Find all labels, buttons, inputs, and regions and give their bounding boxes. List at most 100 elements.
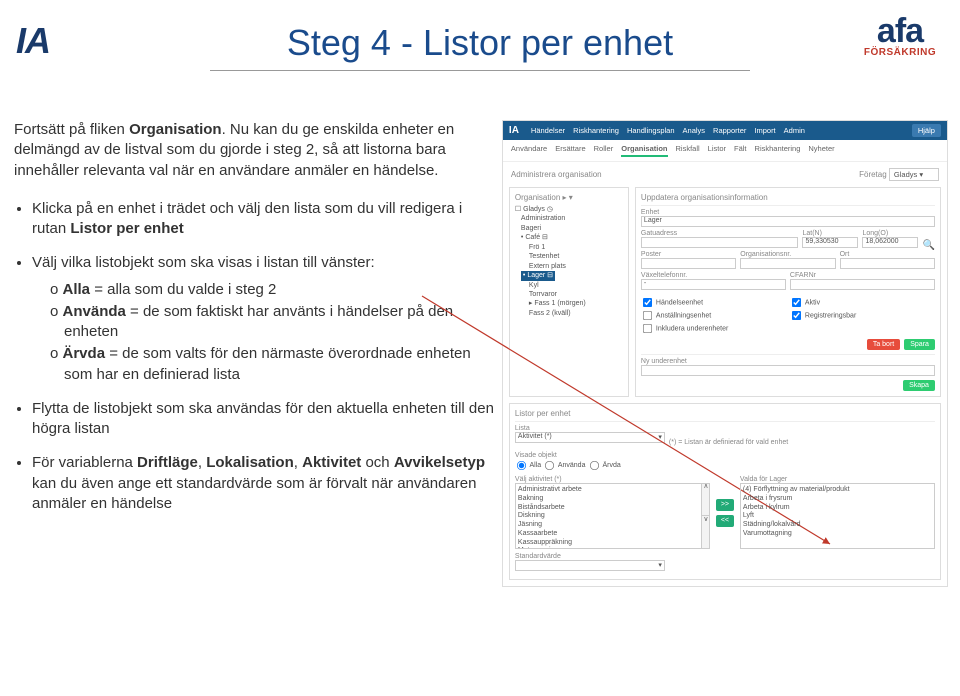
org-tree[interactable]: ☐ Gladys ◷AdministrationBageri• Café ⊟Fr…	[515, 205, 623, 318]
sub-1b: = alla som du valde i steg 2	[90, 281, 276, 298]
radio-anvanda[interactable]: Använda	[543, 462, 585, 469]
sub-organisation[interactable]: Organisation	[621, 144, 667, 157]
right-listbox[interactable]: (4) Förflyttning av material/produktArbe…	[740, 483, 935, 549]
move-right-button[interactable]: >>	[716, 499, 734, 511]
scroll-up-icon[interactable]: ∧	[702, 483, 710, 516]
sub-listor[interactable]: Listor	[708, 144, 726, 157]
bullet-2: Välj vilka listobjekt som ska visas i li…	[32, 253, 498, 385]
app-window: IA Händelser Riskhantering Handlingsplan…	[502, 120, 948, 587]
panel-org-info: Uppdatera organisationsinformation Enhet…	[635, 187, 941, 397]
intro-b: Organisation	[129, 121, 222, 138]
long-input[interactable]: 18,062000	[862, 237, 918, 248]
bullet-4: För variablerna Driftläge, Lokalisation,…	[32, 453, 498, 514]
poster-input[interactable]	[641, 258, 736, 269]
sub-falt[interactable]: Fält	[734, 144, 747, 157]
screenshot-column: IA Händelser Riskhantering Handlingsplan…	[502, 120, 950, 587]
b4h: Avvikelsetyp	[394, 454, 485, 471]
menu-riskhantering[interactable]: Riskhantering	[573, 126, 619, 135]
save-button[interactable]: Spara	[904, 339, 935, 350]
company-value: Gladys	[894, 170, 917, 179]
menu-rapporter[interactable]: Rapporter	[713, 126, 746, 135]
help-button[interactable]: Hjälp	[912, 124, 941, 137]
company-select[interactable]: Gladys ▾	[889, 168, 939, 181]
std-select[interactable]: ▾	[515, 560, 665, 571]
panels-bottom: Listor per enhet ListaAktivitet (*) ▾ (*…	[503, 403, 947, 586]
sub-3a: Ärvda	[63, 345, 106, 362]
create-button[interactable]: Skapa	[903, 380, 935, 391]
lista-select[interactable]: Aktivitet (*) ▾	[515, 432, 665, 443]
sub-ersattare[interactable]: Ersättare	[555, 144, 585, 157]
scroll-down-icon[interactable]: ∨	[702, 516, 710, 549]
search-icon[interactable]: 🔍	[922, 240, 934, 251]
b4e: ,	[294, 454, 302, 471]
cb-anstallning[interactable]: Anställningsenhet	[641, 309, 786, 322]
lat-label: Lat(N)	[802, 230, 858, 237]
org-info-title: Uppdatera organisationsinformation	[641, 193, 935, 202]
vtel-input[interactable]: -	[641, 279, 786, 290]
lista-hint: (*) = Listan är definierad för vald enhe…	[669, 439, 935, 446]
gatu-input[interactable]	[641, 237, 799, 248]
cfar-input[interactable]	[790, 279, 935, 290]
right-list-title: Valda för Lager	[740, 476, 935, 483]
left-listbox[interactable]: Administrativt arbeteBakningBiståndsarbe…	[515, 483, 710, 549]
orgnr-input[interactable]	[740, 258, 835, 269]
radio-arvda[interactable]: Ärvda	[588, 462, 621, 469]
left-scrollbar[interactable]: ∧∨	[701, 483, 710, 549]
menu-import[interactable]: Import	[754, 126, 775, 135]
menu-admin[interactable]: Admin	[784, 126, 805, 135]
logo-afa-sub: FÖRSÄKRING	[860, 47, 940, 58]
sub-nyheter[interactable]: Nyheter	[808, 144, 834, 157]
cb-aktiv[interactable]: Aktiv	[790, 296, 935, 309]
orgnr-label: Organisationsnr.	[740, 251, 835, 258]
company-picker: Företag Gladys ▾	[859, 168, 939, 181]
b4i: kan du även ange ett standardvärde som ä…	[32, 475, 476, 512]
lat-input[interactable]: 59,330530	[802, 237, 858, 248]
gatu-label: Gatuadress	[641, 230, 799, 237]
app-topbar: IA Händelser Riskhantering Handlingsplan…	[503, 121, 947, 140]
menu-handlingsplan[interactable]: Handlingsplan	[627, 126, 675, 135]
sub-riskhantering2[interactable]: Riskhantering	[755, 144, 801, 157]
company-label: Företag	[859, 170, 887, 179]
long-label: Long(O)	[862, 230, 918, 237]
sub-anvandare[interactable]: Användare	[511, 144, 547, 157]
enhet-input[interactable]: Lager	[641, 216, 935, 227]
panels-top: Organisation ▸ ▾ ☐ Gladys ◷Administratio…	[503, 187, 947, 403]
bullet-1b: Listor per enhet	[70, 220, 183, 237]
sub-1: Alla = alla som du valde i steg 2	[50, 280, 498, 300]
bullet-3: Flytta de listobjekt som ska användas fö…	[32, 399, 498, 440]
b4f: Aktivitet	[302, 454, 361, 471]
sub-3: Ärvda = de som valts för den närmaste öv…	[50, 344, 498, 385]
cb-registreringsbar[interactable]: Registreringsbar	[790, 309, 935, 322]
menu-analys[interactable]: Analys	[683, 126, 706, 135]
sub-roller[interactable]: Roller	[594, 144, 614, 157]
sub-2a: Använda	[63, 303, 126, 320]
b4a: För variablerna	[32, 454, 137, 471]
std-label: Standardvärde	[515, 553, 665, 560]
panel-lists-per-unit: Listor per enhet ListaAktivitet (*) ▾ (*…	[509, 403, 941, 580]
bullet-list: Klicka på en enhet i trädet och välj den…	[14, 199, 498, 514]
sub-2: Använda = de som faktiskt har använts i …	[50, 302, 498, 343]
menu-handelser[interactable]: Händelser	[531, 126, 565, 135]
sub-1a: Alla	[63, 281, 91, 298]
move-left-button[interactable]: <<	[716, 515, 734, 527]
nyund-input[interactable]	[641, 365, 935, 376]
cb-inkludera[interactable]: Inkludera underenheter	[641, 322, 786, 335]
breadcrumb-row: Administrera organisation Företag Gladys…	[503, 162, 947, 187]
panel-org-tree: Organisation ▸ ▾ ☐ Gladys ◷Administratio…	[509, 187, 629, 397]
ort-input[interactable]	[840, 258, 935, 269]
enhet-label: Enhet	[641, 209, 935, 216]
radio-alla[interactable]: Alla	[515, 462, 541, 469]
delete-button[interactable]: Ta bort	[867, 339, 900, 350]
page-title: Steg 4 - Listor per enhet	[20, 10, 940, 64]
slide-header: IA Steg 4 - Listor per enhet afa FÖRSÄKR…	[0, 0, 960, 90]
nyund-label: Ny underenhet	[641, 358, 935, 365]
cb-handelseenhet[interactable]: Händelseenhet	[641, 296, 786, 309]
left-list-title: Välj aktivitet (*)	[515, 476, 710, 483]
vtel-label: Växeltelefonnr.	[641, 272, 786, 279]
org-tree-title: Organisation ▸ ▾	[515, 193, 623, 202]
sub-bullet-list: Alla = alla som du valde i steg 2 Använd…	[32, 280, 498, 385]
app-brand: IA	[509, 125, 523, 136]
b4b: Driftläge	[137, 454, 198, 471]
sub-riskfall[interactable]: Riskfall	[676, 144, 700, 157]
poster-label: Poster	[641, 251, 736, 258]
